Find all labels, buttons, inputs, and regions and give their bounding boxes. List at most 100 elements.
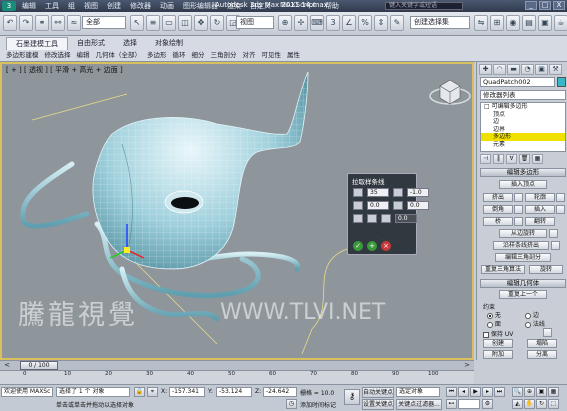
attach-button[interactable]: 附加 [483,350,513,359]
show-end-result-icon[interactable]: ‖ [493,154,504,164]
panel-align[interactable]: 对齐 [243,49,256,59]
percent-snap-icon[interactable]: % [358,15,372,31]
radio-none-icon[interactable] [487,312,493,319]
auto-key-button[interactable]: 自动关键点 [362,387,394,398]
create-button[interactable]: 创建 [483,339,513,348]
ok-icon[interactable]: ✓ [353,241,363,251]
maximize-button[interactable]: □ [539,1,551,10]
detach-button[interactable]: 分离 [527,350,557,359]
menu-edit[interactable]: 编辑 [22,1,36,11]
search-input[interactable]: 键入关键字或短语 [385,2,463,10]
z-coordinate-field[interactable]: -24.642 [263,387,297,397]
rollout-edit-polygons[interactable]: 编辑多边形 [480,168,566,177]
extrude-spline-settings-button[interactable] [551,241,560,250]
maxscript-listener[interactable]: 欢迎使用 MAXSc [1,387,53,397]
bevel-button[interactable]: 倒角 [483,205,513,214]
panel-subdivision[interactable]: 细分 [192,49,205,59]
link-icon[interactable]: ⚭ [35,15,49,31]
hierarchy-tab-icon[interactable]: ▬ [507,64,520,75]
spinner-snap-icon[interactable]: ⇕ [374,15,388,31]
viewcube-icon[interactable] [429,79,471,105]
rect-selection-icon[interactable]: ▭ [162,15,176,31]
panel-geometry-all[interactable]: 几何体（全部） [96,49,142,59]
menu-animation[interactable]: 动画 [160,1,174,11]
panel-edit[interactable]: 编辑 [77,49,90,59]
retriangulate-button[interactable]: 重复三角算法 [481,265,525,274]
bridge-settings-button[interactable] [514,217,523,226]
modifier-list-dropdown[interactable]: 修改器列表 [480,90,566,100]
prev-key-icon[interactable]: ◂ [458,387,469,397]
object-color-swatch[interactable] [557,77,566,87]
collapse-button[interactable]: 塌陷 [527,339,557,348]
named-selection-dropdown[interactable]: 创建选择集 [410,16,470,29]
zoom-extents-icon[interactable]: ▣ [536,387,547,397]
unlink-icon[interactable]: ⚯ [51,15,65,31]
render-setup-icon[interactable]: ▤ [522,15,536,31]
lock-selection-icon[interactable]: 🔒 [134,387,145,397]
motion-tab-icon[interactable]: ◔ [521,64,534,75]
orbit-icon[interactable]: ↻ [536,399,547,409]
inset-button[interactable]: 插入 [525,205,555,214]
time-slider[interactable]: < 0 / 100 > [0,360,474,370]
next-frame-button[interactable]: > [462,361,472,370]
menu-create[interactable]: 创建 [107,1,121,11]
modify-tab-icon[interactable]: ◠ [493,64,506,75]
pan-icon[interactable]: ✋ [524,399,535,409]
current-frame-field[interactable] [458,399,480,409]
mirror-icon[interactable]: ⇋ [474,15,488,31]
pin-stack-icon[interactable]: ⊣ [480,154,491,164]
time-tag-icon[interactable]: ◷ [286,399,297,409]
select-manipulate-icon[interactable]: ✢ [294,15,308,31]
render-frame-icon[interactable]: ▣ [538,15,552,31]
field-of-view-icon[interactable]: ◭ [512,399,523,409]
window-crossing-icon[interactable]: ◫ [178,15,192,31]
radio-edge-icon[interactable] [525,312,531,319]
outline-button[interactable]: 轮廓 [525,193,555,202]
constraint-face-radio[interactable]: 面 [487,319,501,328]
close-button[interactable]: X [553,1,565,10]
constraint-none-radio[interactable]: 无 [487,310,501,319]
snap-toggle-icon[interactable]: 3 [326,15,340,31]
extrude-button[interactable]: 挤出 [483,193,513,202]
constraint-normal-radio[interactable]: 法线 [525,319,545,328]
viewport-label[interactable]: [ + ] [ 透视 ] [ 平滑 + 高光 + 边面 ] [6,65,123,75]
stack-item-editable-poly[interactable]: □ 可编辑多边形 [481,103,565,111]
key-mode-icon[interactable]: ⊷ [446,399,457,409]
selection-filter-dropdown[interactable]: 全部 [82,16,126,29]
radio-face-icon[interactable] [487,321,493,328]
remove-modifier-icon[interactable]: 🗑 [519,154,530,164]
stack-item-edge[interactable]: 边 [481,118,565,126]
utilities-tab-icon[interactable]: ⚒ [549,64,562,75]
panel-properties[interactable]: 属性 [287,49,300,59]
panel-polygons[interactable]: 多边形 [147,49,167,59]
make-unique-icon[interactable]: ∀ [506,154,517,164]
bevel-settings-button[interactable] [514,205,523,214]
flip-button[interactable]: 翻转 [525,217,555,226]
menu-tools[interactable]: 工具 [45,1,59,11]
checkbox-icon[interactable] [483,331,489,338]
extrude-along-spline-button[interactable]: 沿样条线挤出 [493,241,549,250]
menu-modifiers[interactable]: 修改器 [130,1,151,11]
pivot-center-icon[interactable]: ⊕ [278,15,292,31]
menu-views[interactable]: 视图 [84,1,98,11]
app-logo-icon[interactable]: 3 [2,1,16,11]
hinge-settings-button[interactable] [549,229,558,238]
panel-loops[interactable]: 循环 [173,49,186,59]
stack-item-border[interactable]: 边界 [481,126,565,134]
object-name-field[interactable]: QuadPatch002 [480,77,555,87]
panel-modify-selection[interactable]: 修改选择 [45,49,71,59]
render-icon[interactable]: ☕ [554,15,567,31]
set-key-button[interactable]: 设置关键点 [362,399,394,410]
undo-icon[interactable]: ↶ [3,15,17,31]
stack-item-vertex[interactable]: 顶点 [481,111,565,119]
select-object-icon[interactable]: ↖ [130,15,144,31]
ref-coord-dropdown[interactable]: 视图 [236,16,274,29]
stack-item-element[interactable]: 元素 [481,141,565,149]
select-move-icon[interactable]: ✥ [194,15,208,31]
apply-icon[interactable]: + [367,241,377,251]
angle-snap-icon[interactable]: ∠ [342,15,356,31]
extrude-settings-button[interactable] [514,193,523,202]
bind-space-warp-icon[interactable]: ≈ [67,15,81,31]
pick-spline-icon[interactable] [353,213,363,223]
display-tab-icon[interactable]: ▣ [535,64,548,75]
